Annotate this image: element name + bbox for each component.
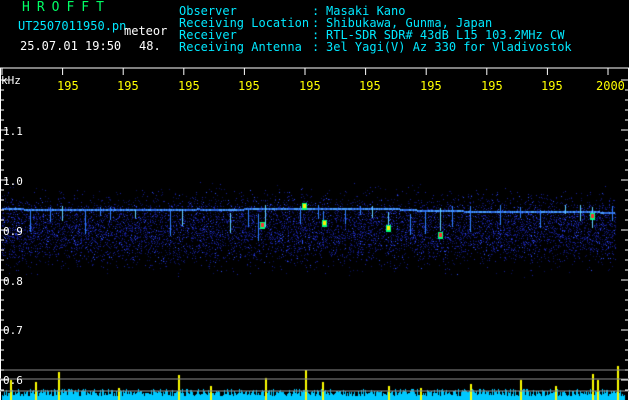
time-tick-1: 195 (57, 79, 79, 93)
time-tick-5: 195 (299, 79, 321, 93)
filename-label: UT2507011950.pn (18, 19, 127, 33)
hrofft-window: HROFFT UT2507011950.pn meteor 25.07.01 1… (0, 0, 629, 400)
detection-label: meteor (124, 24, 168, 38)
freq-tick-1: 1.1 (3, 125, 23, 138)
time-tick-4: 195 (238, 79, 260, 93)
count-label: 48. (139, 39, 161, 53)
time-tick-7: 195 (420, 79, 442, 93)
antenna-value: 3el Yagi(V) Az 330 for Vladivostok (326, 40, 572, 54)
time-tick-10: 2000 (596, 79, 625, 93)
freq-tick-2: 1.0 (3, 175, 23, 188)
y-axis-unit: kHz (1, 74, 21, 87)
antenna-sep: : (312, 40, 320, 54)
app-title: HROFFT (22, 0, 111, 15)
antenna-label: Receiving Antenna (179, 40, 302, 54)
freq-tick-3: 0.9 (3, 225, 23, 238)
freq-tick-4: 0.8 (3, 275, 23, 288)
time-tick-9: 195 (541, 79, 563, 93)
datetime-label: 25.07.01 19:50 (20, 39, 122, 53)
time-tick-2: 195 (117, 79, 139, 93)
freq-tick-6: 0.6 (3, 374, 23, 387)
time-tick-3: 195 (178, 79, 200, 93)
time-tick-6: 195 (359, 79, 381, 93)
spectrogram-overlay (0, 67, 629, 400)
time-tick-8: 195 (481, 79, 503, 93)
freq-tick-5: 0.7 (3, 324, 23, 337)
